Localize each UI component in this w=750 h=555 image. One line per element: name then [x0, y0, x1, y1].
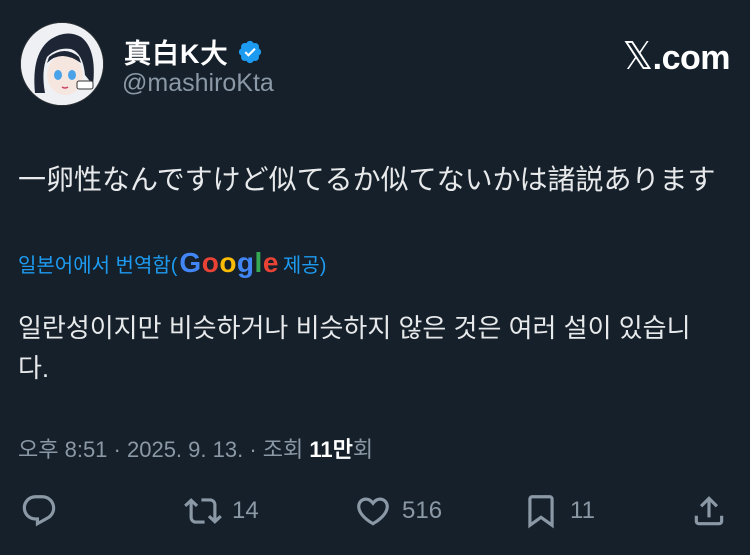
views-suffix: 회 — [352, 437, 374, 462]
avatar-illustration — [21, 23, 103, 105]
like-count: 516 — [402, 497, 443, 524]
bookmark-icon — [528, 495, 554, 529]
name-row: 真白K大 — [124, 32, 263, 71]
translation-prefix: 일본어에서 번역함( — [18, 254, 178, 277]
avatar[interactable] — [20, 22, 104, 106]
like-button[interactable]: 516 — [354, 492, 442, 530]
user-handle[interactable]: @mashiroKta — [122, 69, 274, 98]
translated-text: 일란성이지만 비슷하거나 비슷하지 않은 것은 여러 설이 있습니다. — [18, 313, 691, 383]
meta-separator: · — [107, 437, 127, 462]
action-bar: 14 516 11 — [20, 492, 730, 538]
verified-badge-icon — [237, 39, 263, 65]
bookmark-button[interactable]: 11 — [522, 492, 595, 530]
heart-icon — [357, 497, 389, 526]
reply-button[interactable] — [20, 492, 58, 530]
meta-separator: · — [243, 437, 263, 462]
translation-suffix: 제공) — [282, 254, 327, 277]
tweet-text: 一卵性なんですけど似てるか似てないかは諸説あります — [18, 164, 716, 195]
tweet-meta: 오후 8:51 · 2025. 9. 13. · 조회 11만 회 — [18, 432, 373, 464]
x-logo-icon: 𝕏 — [622, 36, 654, 78]
google-logo: Google — [179, 247, 279, 278]
post-time[interactable]: 오후 8:51 — [18, 432, 107, 464]
share-button[interactable] — [690, 492, 728, 530]
views-count: 11만 — [309, 437, 353, 462]
retweet-icon — [184, 498, 222, 524]
views-prefix: 조회 — [262, 437, 310, 462]
x-logo-suffix: .com — [652, 39, 731, 77]
post-date[interactable]: 2025. 9. 13. — [127, 437, 243, 463]
tweet-header: 真白K大 @mashiroKta 𝕏.com — [20, 22, 731, 112]
reply-icon — [22, 495, 56, 527]
display-name[interactable]: 真白K大 — [124, 32, 229, 71]
x-logo: 𝕏.com — [622, 34, 731, 79]
bookmark-count: 11 — [570, 497, 595, 524]
translation-attribution[interactable]: 일본어에서 번역함( Google 제공) — [18, 247, 326, 279]
retweet-button[interactable]: 14 — [184, 492, 259, 530]
retweet-count: 14 — [232, 497, 259, 524]
share-icon — [694, 496, 724, 526]
